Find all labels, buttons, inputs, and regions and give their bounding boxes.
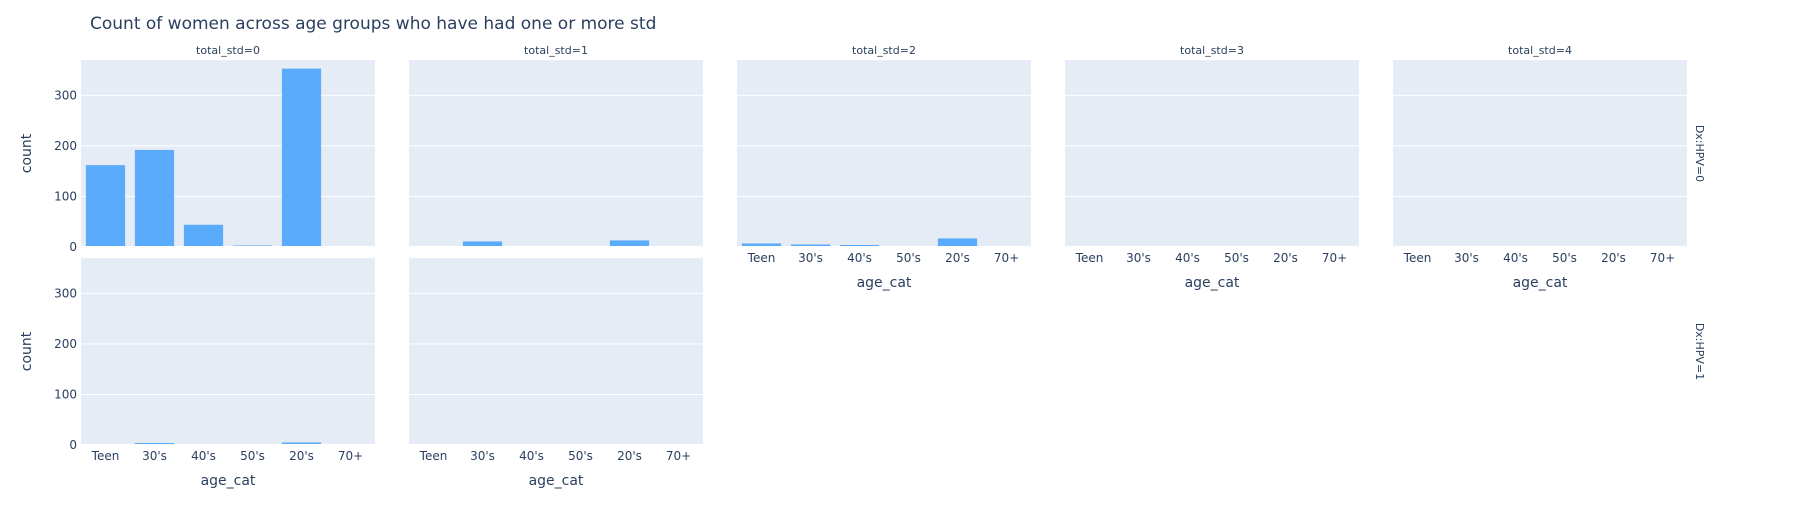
x-axis-title: age_cat: [1185, 275, 1240, 291]
bar: [281, 68, 322, 247]
faceted-bar-chart: Count of women across age groups who hav…: [19, 14, 1706, 489]
facet-panels: total_std=0 0 100 200 300 count total_std=1 tot…: [19, 44, 1706, 489]
x-tick-label: 50's: [1552, 251, 1577, 265]
x-tick-label: 40's: [519, 449, 544, 463]
y-axis-title: count: [19, 331, 35, 371]
facet-panel: total_std=2 Teen 30's 40's 50's 20's 70+ age_ca…: [737, 44, 1031, 291]
x-tick-label: 70+: [994, 251, 1019, 265]
plot-background: [409, 258, 703, 445]
column-facet-label: total_std=2: [852, 44, 916, 57]
x-axis-title: age_cat: [201, 473, 256, 489]
y-tick-label: 200: [54, 337, 77, 351]
facet-panel: total_std=3 Teen 30's 40's 50's 20's 70+ age_ca…: [1065, 44, 1359, 291]
plot-background: [1065, 60, 1359, 247]
plot-background: [737, 60, 1031, 247]
y-tick-label: 100: [54, 189, 77, 203]
x-tick-label: 40's: [191, 449, 216, 463]
y-tick-label: 0: [69, 240, 77, 254]
x-tick-label: Teen: [1403, 251, 1432, 265]
x-axis-title: age_cat: [529, 473, 584, 489]
x-axis-title: age_cat: [1513, 275, 1568, 291]
y-tick-label: 0: [69, 438, 77, 452]
x-tick-label: 20's: [289, 449, 314, 463]
plot-background: [1393, 60, 1687, 247]
bar: [134, 149, 175, 247]
x-tick-label: 20's: [617, 449, 642, 463]
x-tick-label: 70+: [338, 449, 363, 463]
x-tick-label: 40's: [1175, 251, 1200, 265]
column-facet-label: total_std=4: [1508, 44, 1572, 57]
x-tick-label: Teen: [1075, 251, 1104, 265]
x-tick-label: 30's: [1454, 251, 1479, 265]
x-tick-label: 20's: [945, 251, 970, 265]
y-tick-label: 300: [54, 88, 77, 102]
facet-panel: Teen 30's 40's 50's 20's 70+ age_cat: [409, 258, 703, 489]
x-tick-label: 20's: [1273, 251, 1298, 265]
x-tick-label: 50's: [1224, 251, 1249, 265]
bar: [937, 238, 978, 247]
y-tick-label: 300: [54, 286, 77, 300]
column-facet-label: total_std=3: [1180, 44, 1244, 57]
x-tick-label: Teen: [419, 449, 448, 463]
column-facet-label: total_std=0: [196, 44, 260, 57]
x-tick-label: 20's: [1601, 251, 1626, 265]
y-axis-title: count: [19, 133, 35, 173]
x-tick-label: 30's: [470, 449, 495, 463]
facet-panel: total_std=0 0 100 200 300 count: [19, 44, 375, 254]
x-tick-label: 30's: [1126, 251, 1151, 265]
x-tick-label: 30's: [798, 251, 823, 265]
x-tick-label: Teen: [91, 449, 120, 463]
x-tick-label: 40's: [1503, 251, 1528, 265]
x-tick-label: 70+: [666, 449, 691, 463]
x-tick-label: 50's: [240, 449, 265, 463]
x-tick-label: 70+: [1322, 251, 1347, 265]
plot-background: [409, 60, 703, 247]
x-axis-title: age_cat: [857, 275, 912, 291]
row-facet-label: Dx:HPV=0: [1693, 125, 1706, 182]
x-tick-label: Teen: [747, 251, 776, 265]
facet-panel: total_std=1: [409, 44, 703, 248]
x-tick-label: 50's: [896, 251, 921, 265]
plot-background: [81, 258, 375, 445]
x-tick-label: 30's: [142, 449, 167, 463]
column-facet-label: total_std=1: [524, 44, 588, 57]
facet-panel: total_std=4 Teen 30's 40's 50's 20's 70+ age_ca…: [1393, 44, 1687, 291]
bar: [183, 224, 224, 247]
y-tick-label: 100: [54, 387, 77, 401]
row-facet-label: Dx:HPV=1: [1693, 323, 1706, 380]
bar: [85, 165, 126, 247]
chart-title: Count of women across age groups who hav…: [90, 14, 656, 34]
y-tick-label: 200: [54, 139, 77, 153]
x-tick-label: 70+: [1650, 251, 1675, 265]
facet-panel: 0 100 200 300 count Teen 30's 40's 50's 20's 70+ ag…: [19, 258, 375, 489]
x-tick-label: 50's: [568, 449, 593, 463]
x-tick-label: 40's: [847, 251, 872, 265]
